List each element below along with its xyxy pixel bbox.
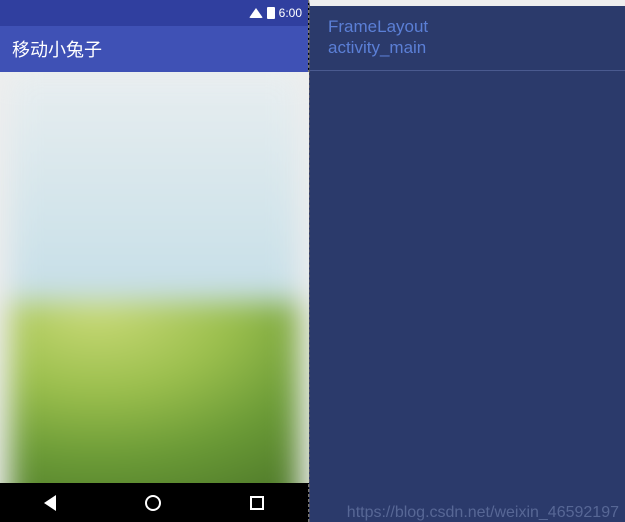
background-image	[10, 72, 299, 483]
layout-name: activity_main	[328, 37, 607, 58]
back-icon[interactable]	[44, 495, 56, 511]
app-bar: 移动小兔子	[0, 26, 308, 72]
app-title: 移动小兔子	[12, 36, 102, 62]
inspector-header[interactable]: FrameLayout activity_main	[310, 6, 625, 71]
battery-icon	[267, 7, 275, 19]
recents-icon[interactable]	[250, 496, 264, 510]
watermark-text: https://blog.csdn.net/weixin_46592197	[347, 504, 619, 522]
home-icon[interactable]	[145, 495, 161, 511]
phone-preview-panel: 6:00 移动小兔子	[0, 0, 309, 522]
status-time: 6:00	[279, 6, 302, 20]
android-nav-bar	[0, 483, 308, 522]
layout-inspector-panel: FrameLayout activity_main https://blog.c…	[309, 0, 625, 522]
component-type: FrameLayout	[328, 16, 607, 37]
status-bar: 6:00	[0, 0, 308, 26]
wifi-icon	[249, 8, 263, 18]
app-content[interactable]	[0, 72, 309, 483]
